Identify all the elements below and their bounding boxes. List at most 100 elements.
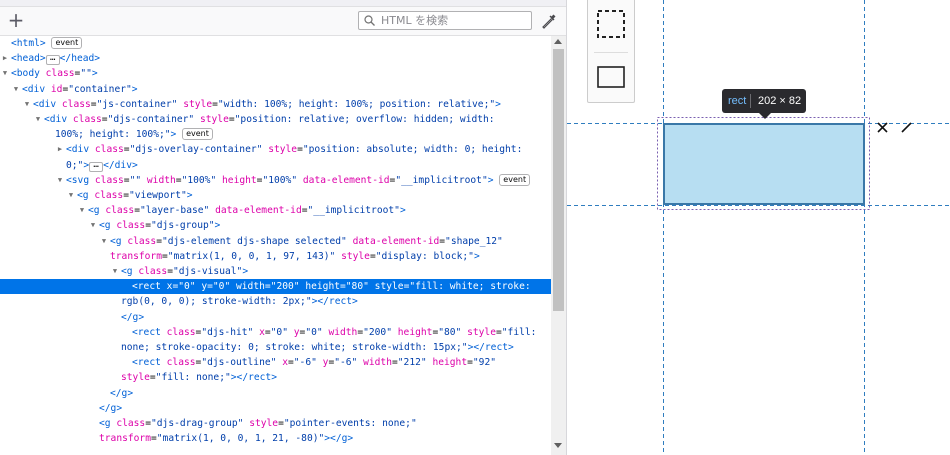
attr-value-token: "-6"	[293, 357, 317, 369]
delete-icon[interactable]	[877, 122, 888, 133]
attr-name-token: height	[222, 174, 257, 186]
expanded-twisty-icon[interactable]: ▼	[100, 234, 108, 249]
tag-token: </g>	[110, 387, 134, 399]
attr-value-token: "position: relative; overflow: hidden; w…	[234, 114, 495, 125]
collapsed-twisty-icon[interactable]: ▶	[1, 51, 9, 66]
attr-value-token: "-6"	[334, 357, 358, 369]
tag-token: >	[131, 83, 138, 95]
expanded-twisty-icon[interactable]: ▼	[67, 188, 75, 203]
markup-line[interactable]: </g>	[0, 386, 551, 401]
markup-line[interactable]: 0;">… </div>	[0, 158, 551, 173]
attr-name-token: width	[363, 357, 392, 369]
attr-value-token: "__implicitroot"	[395, 174, 488, 186]
attr-value-token: "djs-drag-group"	[151, 418, 244, 429]
attr-name-token: class	[94, 144, 124, 156]
collapsed-twisty-icon[interactable]: ▶	[56, 142, 64, 157]
expanded-twisty-icon[interactable]: ▼	[89, 218, 97, 233]
markup-line[interactable]: <svg class="" width="100%" height="100%"…	[0, 173, 551, 188]
markup-line[interactable]: <div class="djs-overlay-container" style…	[0, 142, 551, 157]
expanded-twisty-icon[interactable]: ▼	[12, 82, 20, 97]
scroll-up-arrow-icon[interactable]	[554, 39, 562, 44]
tag-token: <rect	[132, 357, 167, 369]
tag-token: <body	[11, 68, 46, 80]
infobar-tag: rect	[728, 95, 747, 107]
attr-value-token: "__implicitroot"	[307, 205, 400, 217]
attr-value-token: "djs-container"	[107, 114, 195, 125]
markup-line[interactable]: 100%; height: 100%;"> event	[0, 127, 551, 142]
expanded-twisty-icon[interactable]: ▼	[34, 112, 42, 127]
expanded-twisty-icon[interactable]: ▼	[23, 97, 31, 112]
markup-line[interactable]: <rect class="djs-hit" x="0" y="0" width=…	[0, 325, 551, 340]
search-icon	[364, 15, 375, 26]
markup-line[interactable]: <g class="djs-element djs-shape selected…	[0, 234, 551, 249]
attr-value-token: "djs-group"	[151, 220, 215, 232]
attr-value-token: "djs-outline"	[201, 357, 277, 369]
markup-line[interactable]: <div class="js-container" style="width: …	[0, 97, 551, 112]
tag-token: <svg	[66, 174, 95, 186]
markup-line[interactable]: <g class="djs-group"> ▼	[0, 218, 551, 233]
lasso-tool-icon[interactable]	[597, 10, 625, 38]
tag-token: <div	[66, 144, 95, 156]
attr-name-token: style	[467, 326, 496, 338]
attr-value-token: "0"	[270, 326, 288, 338]
event-badge[interactable]: event	[499, 173, 531, 186]
tag-token: <g	[121, 266, 139, 277]
collapsed-content-ellipsis-icon[interactable]: …	[45, 54, 60, 66]
expanded-twisty-icon[interactable]: ▼	[56, 173, 64, 188]
markup-line[interactable]: <rect class="djs-outline" x="-6" y="-6" …	[0, 355, 551, 370]
markup-line[interactable]: <g class="djs-visual"> ▼	[0, 264, 551, 279]
attr-value-token: "fill: white; stroke:	[409, 281, 531, 293]
markup-line[interactable]: <head>… </head> ▶	[0, 51, 551, 66]
event-badge[interactable]: event	[51, 37, 83, 49]
vertical-scrollbar[interactable]	[551, 36, 566, 455]
html-search-box[interactable]	[358, 11, 532, 30]
tag-token: <div	[33, 98, 62, 110]
connect-icon[interactable]	[901, 122, 912, 133]
markup-line[interactable]: </g>	[0, 310, 551, 325]
expanded-twisty-icon[interactable]: ▼	[1, 66, 9, 81]
selected-shape[interactable]	[663, 123, 865, 205]
collapsed-content-ellipsis-icon[interactable]: …	[89, 160, 104, 172]
attr-name-token: transform	[99, 433, 151, 445]
attr-name-token: class	[166, 357, 196, 369]
attr-name-token: width	[146, 174, 176, 186]
attr-value-token: "pointer-events: none;"	[283, 418, 417, 429]
attr-name-token: class	[94, 174, 124, 186]
markup-line[interactable]: transform="matrix(1, 0, 0, 1, 97, 143)" …	[0, 249, 551, 264]
scroll-thumb[interactable]	[553, 49, 564, 311]
markup-line[interactable]: <div class="djs-container" style="positi…	[0, 112, 551, 127]
markup-line[interactable]: rgb(0, 0, 0); stroke-width: 2px;"></rect…	[0, 294, 551, 309]
eyedropper-icon[interactable]	[540, 12, 558, 30]
expanded-twisty-icon[interactable]: ▼	[78, 203, 86, 218]
markup-line[interactable]: <g class="djs-drag-group" style="pointer…	[0, 416, 551, 431]
event-badge[interactable]: event	[182, 128, 213, 141]
tag-token: >	[495, 98, 501, 110]
markup-line[interactable]: </g>	[0, 401, 551, 416]
attr-value-token: "djs-visual"	[173, 266, 243, 277]
markup-line[interactable]: transform="matrix(1, 0, 0, 1, 21, -80)">…	[0, 431, 551, 446]
add-node-button[interactable]: +	[6, 10, 26, 30]
markup-line[interactable]: style="fill: none;"></rect>	[0, 370, 551, 385]
html-search-input[interactable]	[381, 12, 529, 29]
tag-token: </head>	[59, 53, 101, 65]
selected-node-line[interactable]: <rect x="0" y="0" width="200" height="80…	[0, 279, 551, 295]
markup-line[interactable]: none; stroke-opacity: 0; stroke: white; …	[0, 340, 551, 355]
attr-name-token: height	[305, 281, 340, 293]
attr-name-token: style	[121, 372, 150, 384]
attr-value-token: "80"	[345, 281, 369, 293]
markup-line[interactable]: <g class="layer-base" data-element-id="_…	[0, 203, 551, 218]
markup-line[interactable]: <body class=""> ▼	[0, 66, 551, 81]
markup-line[interactable]: <html> event	[0, 36, 551, 51]
tag-token: >	[214, 220, 221, 232]
scroll-down-arrow-icon[interactable]	[554, 443, 562, 448]
attr-value-token: "viewport"	[129, 190, 187, 201]
create-shape-tool-icon[interactable]	[597, 66, 625, 88]
attr-value-token: "position: absolute; width: 0; height:	[302, 144, 523, 156]
attr-value-token: "width: 100%; height: 100%; position: re…	[217, 98, 496, 110]
expanded-twisty-icon[interactable]: ▼	[111, 264, 119, 279]
tag-token: <g	[88, 205, 106, 217]
markup-line[interactable]: <div id="container"> ▼	[0, 82, 551, 97]
markup-line[interactable]: <g class="viewport"> ▼	[0, 188, 551, 203]
tag-token: <g	[110, 235, 128, 247]
attr-name-token: height	[432, 357, 468, 369]
